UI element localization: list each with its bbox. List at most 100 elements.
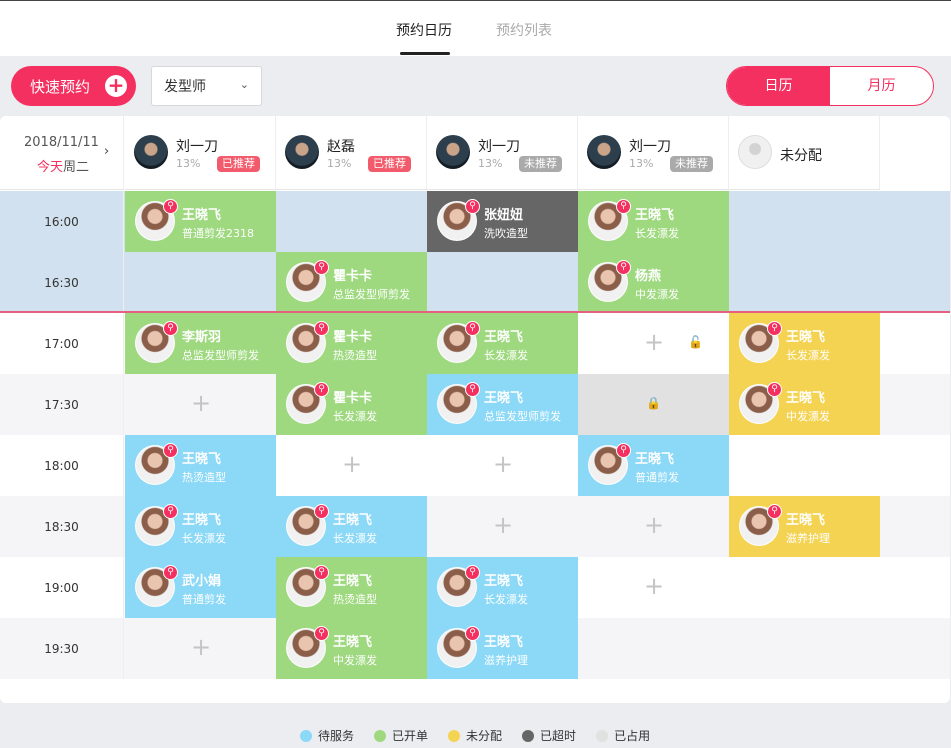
appointment-card[interactable]: ⚲ 王晓飞 普通剪发 [578,435,729,496]
recommend-badge: 未推荐 [519,156,562,172]
service-name: 普通剪发 [182,593,226,606]
add-icon: + [644,328,665,356]
appointment-card[interactable]: ⚲ 王晓飞 滋养护理 [729,496,880,557]
appointment-card[interactable]: ⚲ 王晓飞 长发漂发 [427,557,578,618]
unassigned-avatar-icon [738,135,772,169]
recommend-badge: 已推荐 [368,156,411,172]
appointment-card[interactable]: ⚲ 瞿卡卡 长发漂发 [276,374,427,435]
empty-slot[interactable]: + [578,557,729,618]
empty-slot[interactable]: + 🔓 [578,313,729,374]
past-slot [729,191,880,252]
add-icon: + [644,511,665,539]
appointment-card[interactable]: ⚲ 王晓飞 长发漂发 [276,496,427,557]
appointment-card[interactable]: ⚲ 张妞妞 洗吹造型 [427,191,578,252]
schedule-row: 19:00 ⚲ 武小娟 普通剪发 ⚲ 王晓飞 热烫造型 ⚲ 王晓飞 长发漂发 + [0,557,950,618]
staff-column-header[interactable]: 未分配 [729,116,880,190]
empty-slot[interactable]: + [578,496,729,557]
customer-name: 王晓飞 [182,208,222,223]
schedule-row: 17:30 + ⚲ 瞿卡卡 长发漂发 ⚲ 王晓飞 总监发型师剪发 🔒 ⚲ 王晓飞 中发漂发 [0,374,950,435]
staff-name: 刘一刀 [176,139,218,155]
appointment-card[interactable]: ⚲ 王晓飞 中发漂发 [729,374,880,435]
customer-tag-icon: ⚲ [465,199,480,214]
appointment-card[interactable]: ⚲ 王晓飞 热烫造型 [276,557,427,618]
stylist-avatar [436,135,470,169]
appointment-card[interactable]: ⚲ 武小娟 普通剪发 [125,557,276,618]
appointment-card[interactable]: ⚲ 王晓飞 长发漂发 [578,191,729,252]
appointment-card[interactable]: ⚲ 李斯羽 总监发型师剪发 [125,313,276,374]
staff-column-header[interactable]: 刘一刀 13% 未推荐 [427,116,578,190]
customer-tag-icon: ⚲ [767,321,782,336]
plus-icon: + [105,75,127,97]
service-name: 热烫造型 [182,471,226,484]
past-slot [276,191,427,252]
schedule-row: 16:30 ⚲ 瞿卡卡 总监发型师剪发 ⚲ 杨燕 中发漂发 [0,252,950,313]
legend-item: 已占用 [596,727,650,744]
legend-item: 已超时 [522,727,576,744]
customer-name: 王晓飞 [484,330,524,345]
unlock-icon[interactable]: 🔓 [688,335,703,349]
appointment-card[interactable]: ⚲ 王晓飞 长发漂发 [427,313,578,374]
empty-slot[interactable]: + [276,435,427,496]
empty-slot[interactable]: + [427,435,578,496]
appointment-card[interactable]: ⚲ 王晓飞 长发漂发 [729,313,880,374]
appointment-card[interactable]: ⚲ 瞿卡卡 总监发型师剪发 [276,252,427,313]
appointment-card[interactable]: ⚲ 王晓飞 滋养护理 [427,618,578,679]
empty-slot[interactable]: + [125,618,276,679]
staff-column-header[interactable]: 赵磊 13% 已推荐 [276,116,427,190]
schedule-row: 16:00 ⚲ 王晓飞 普通剪发2318 ⚲ 张妞妞 洗吹造型 ⚲ 王晓飞 长发漂发 [0,191,950,252]
add-icon: + [191,389,212,417]
service-name: 中发漂发 [333,654,377,667]
legend-dot [522,729,535,742]
empty-slot[interactable]: + [427,496,578,557]
role-select-value: 发型师 [164,79,206,95]
time-slot-label: 18:30 [0,496,124,557]
empty-slot[interactable]: + [125,374,276,435]
customer-tag-icon: ⚲ [314,260,329,275]
lock-icon: 🔒 [646,396,661,410]
tab-list[interactable]: 预约列表 [496,20,552,40]
current-date: 2018/11/11 [24,135,99,150]
staff-percentage: 13% [629,157,654,170]
weekday-label: 今天周二 [37,156,89,175]
customer-name: 王晓飞 [484,391,524,406]
occupied-slot[interactable]: 🔒 [578,374,729,435]
add-icon: + [342,450,363,478]
customer-name: 王晓飞 [333,513,373,528]
staff-name: 刘一刀 [629,139,671,155]
day-view-button[interactable]: 日历 [727,67,830,105]
appointment-card[interactable]: ⚲ 杨燕 中发漂发 [578,252,729,313]
appointment-card[interactable]: ⚲ 王晓飞 总监发型师剪发 [427,374,578,435]
role-select[interactable]: 发型师 ⌄ [151,66,262,106]
quick-book-label: 快速预约 [30,77,91,96]
customer-tag-icon: ⚲ [616,199,631,214]
stylist-avatar [587,135,621,169]
view-toggle: 日历 月历 [726,66,934,106]
appointment-card[interactable]: ⚲ 王晓飞 普通剪发2318 [125,191,276,252]
staff-column-header[interactable]: 刘一刀 13% 未推荐 [578,116,729,190]
customer-tag-icon: ⚲ [314,321,329,336]
appointment-card[interactable]: ⚲ 瞿卡卡 热烫造型 [276,313,427,374]
past-slot [125,252,276,313]
service-name: 热烫造型 [333,593,377,606]
customer-name: 王晓飞 [182,452,222,467]
month-view-button[interactable]: 月历 [830,67,933,105]
quick-book-button[interactable]: 快速预约 + [11,66,136,106]
appointment-card[interactable]: ⚲ 王晓飞 长发漂发 [125,496,276,557]
next-day-arrow-icon[interactable]: › [104,144,109,159]
customer-tag-icon: ⚲ [163,504,178,519]
customer-tag-icon: ⚲ [465,382,480,397]
customer-name: 武小娟 [182,574,222,589]
staff-column-header[interactable]: 刘一刀 13% 已推荐 [125,116,276,190]
customer-name: 瞿卡卡 [333,269,373,284]
service-name: 热烫造型 [333,349,377,362]
legend-label: 未分配 [466,729,503,743]
customer-tag-icon: ⚲ [465,565,480,580]
customer-name: 王晓飞 [182,513,222,528]
appointment-card[interactable]: ⚲ 王晓飞 热烫造型 [125,435,276,496]
appointment-card[interactable]: ⚲ 王晓飞 中发漂发 [276,618,427,679]
service-name: 长发漂发 [786,349,830,362]
service-name: 滋养护理 [786,532,830,545]
chevron-down-icon: ⌄ [239,78,249,91]
tab-calendar[interactable]: 预约日历 [396,20,452,40]
staff-name: 刘一刀 [478,139,520,155]
